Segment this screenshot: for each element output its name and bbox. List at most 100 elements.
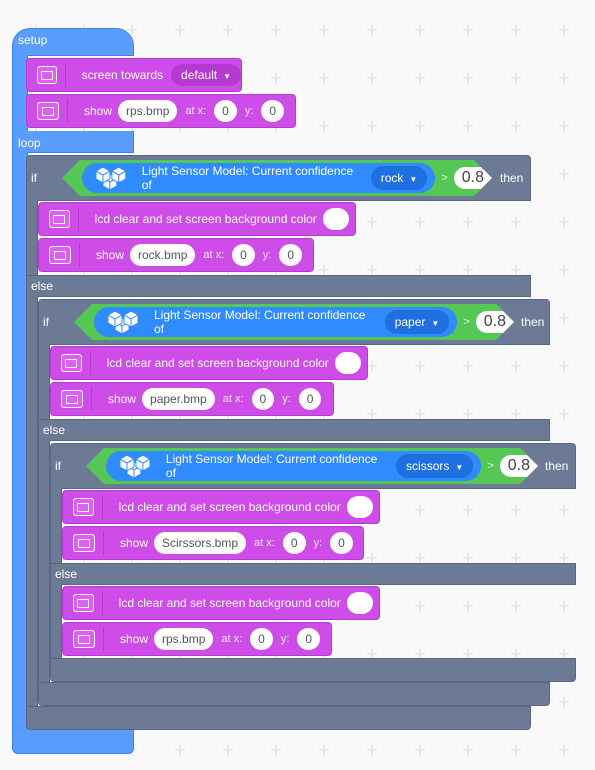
class-dropdown-paper[interactable]: paper ▼ xyxy=(385,310,450,334)
grid-plus-mark xyxy=(367,409,377,419)
x-input[interactable]: 0 xyxy=(232,244,255,266)
grid-plus-mark xyxy=(511,505,521,515)
grid-plus-mark xyxy=(463,409,473,419)
lcd-clear-block[interactable]: lcd clear and set screen background colo… xyxy=(62,586,380,620)
orientation-dropdown[interactable]: default ▼ xyxy=(171,64,241,86)
block-separator xyxy=(64,63,66,87)
lcd-clear-block[interactable]: lcd clear and set screen background colo… xyxy=(62,490,380,524)
grid-plus-mark xyxy=(559,265,569,275)
display-icon xyxy=(49,246,71,264)
image-file-input[interactable]: rps.bmp xyxy=(118,100,178,122)
else-spine xyxy=(50,584,62,660)
image-file-input[interactable]: rock.bmp xyxy=(130,244,196,266)
light-sensor-reporter[interactable]: Light Sensor Model: Current confidence o… xyxy=(94,307,457,337)
lcd-clear-block[interactable]: lcd clear and set screen background colo… xyxy=(50,346,368,380)
then-label: then xyxy=(500,171,524,185)
grid-plus-mark xyxy=(559,25,569,35)
grid-plus-mark xyxy=(463,25,473,35)
block-separator xyxy=(103,531,104,555)
chevron-down-icon: ▼ xyxy=(409,175,418,184)
show-text: show xyxy=(96,248,125,262)
grid-plus-mark xyxy=(559,217,569,227)
y-input[interactable]: 0 xyxy=(298,388,322,410)
x-input[interactable]: 0 xyxy=(251,388,275,410)
chevron-down-icon: ▼ xyxy=(223,72,231,81)
block-separator xyxy=(67,99,68,123)
else-label: else xyxy=(55,567,78,581)
y-input[interactable]: 0 xyxy=(261,100,285,122)
if-label: if xyxy=(55,459,61,473)
display-icon xyxy=(37,102,59,120)
x-input[interactable]: 0 xyxy=(250,628,273,650)
class-dropdown-rock[interactable]: rock ▼ xyxy=(371,166,428,190)
show-image-block[interactable]: show Scirssors.bmp at x: 0 y: 0 xyxy=(62,526,364,560)
chevron-down-icon: ▼ xyxy=(431,319,440,328)
y-input[interactable]: 0 xyxy=(330,532,353,554)
display-icon xyxy=(37,66,57,84)
display-icon xyxy=(73,630,95,648)
else-bar xyxy=(38,419,550,441)
grid-plus-mark xyxy=(271,745,281,755)
grid-plus-mark xyxy=(271,25,281,35)
grid-plus-mark xyxy=(271,73,281,83)
show-image-block[interactable]: show rock.bmp at x: 0 y: 0 xyxy=(38,238,314,272)
display-icon xyxy=(73,498,94,516)
grid-plus-mark xyxy=(511,361,521,371)
image-file-input[interactable]: rps.bmp xyxy=(154,628,214,650)
color-picker[interactable] xyxy=(346,592,373,614)
greater-than-operator: > xyxy=(441,172,448,184)
x-input[interactable]: 0 xyxy=(282,532,306,554)
grid-plus-mark xyxy=(559,409,569,419)
cubes-icon xyxy=(118,452,152,480)
condition-scissors[interactable]: Light Sensor Model: Current confidence o… xyxy=(86,448,538,484)
grid-plus-mark xyxy=(559,73,569,83)
else-bar xyxy=(26,275,531,297)
grid-plus-mark xyxy=(319,745,329,755)
color-picker[interactable] xyxy=(322,208,349,230)
light-sensor-reporter[interactable]: Light Sensor Model: Current confidence o… xyxy=(106,451,481,481)
grid-plus-mark xyxy=(559,553,569,563)
y-input[interactable]: 0 xyxy=(297,628,321,650)
show-text: show xyxy=(120,632,149,646)
show-image-block[interactable]: show rps.bmp at x: 0 y: 0 xyxy=(26,94,296,128)
grid-plus-mark xyxy=(415,553,425,563)
show-image-block[interactable]: show paper.bmp at x: 0 y: 0 xyxy=(50,382,334,416)
show-image-block[interactable]: show rps.bmp at x: 0 y: 0 xyxy=(62,622,332,656)
at-x-label: at x: xyxy=(203,249,225,261)
screen-towards-block[interactable]: screen towards default ▼ xyxy=(26,58,242,92)
grid-plus-mark xyxy=(511,25,521,35)
block-separator xyxy=(101,591,103,615)
image-file-input[interactable]: Scirssors.bmp xyxy=(154,532,247,554)
condition-rock[interactable]: Light Sensor Model: Current confidence o… xyxy=(62,160,492,196)
orientation-dropdown-value: default xyxy=(181,68,218,82)
grid-plus-mark xyxy=(463,601,473,611)
grid-plus-mark xyxy=(559,313,569,323)
grid-plus-mark xyxy=(367,25,377,35)
image-file-input[interactable]: paper.bmp xyxy=(142,388,215,410)
display-icon xyxy=(73,594,94,612)
at-x-label: at x: xyxy=(254,537,275,549)
condition-paper[interactable]: Light Sensor Model: Current confidence o… xyxy=(74,304,514,340)
if-paper-spine xyxy=(38,344,50,424)
grid-plus-mark xyxy=(367,745,377,755)
lcd-clear-block[interactable]: lcd clear and set screen background colo… xyxy=(38,202,356,236)
light-sensor-reporter[interactable]: Light Sensor Model: Current confidence o… xyxy=(82,163,435,193)
if-label: if xyxy=(31,171,37,185)
if-scissors-spine xyxy=(50,488,62,568)
grid-plus-mark xyxy=(175,745,185,755)
color-picker[interactable] xyxy=(346,496,373,518)
display-icon xyxy=(61,390,83,408)
grid-plus-mark xyxy=(463,745,473,755)
class-dropdown-scissors[interactable]: scissors ▼ xyxy=(396,454,473,478)
grid-plus-mark xyxy=(463,361,473,371)
y-label: y: xyxy=(280,633,290,645)
grid-plus-mark xyxy=(559,697,569,707)
sensor-text: Light Sensor Model: Current confidence o… xyxy=(165,452,378,480)
color-picker[interactable] xyxy=(334,352,361,374)
greater-than-operator: > xyxy=(487,460,494,472)
y-input[interactable]: 0 xyxy=(279,244,303,266)
x-input[interactable]: 0 xyxy=(214,100,237,122)
grid-plus-mark xyxy=(559,601,569,611)
grid-plus-mark xyxy=(511,121,521,131)
grid-plus-mark xyxy=(511,553,521,563)
